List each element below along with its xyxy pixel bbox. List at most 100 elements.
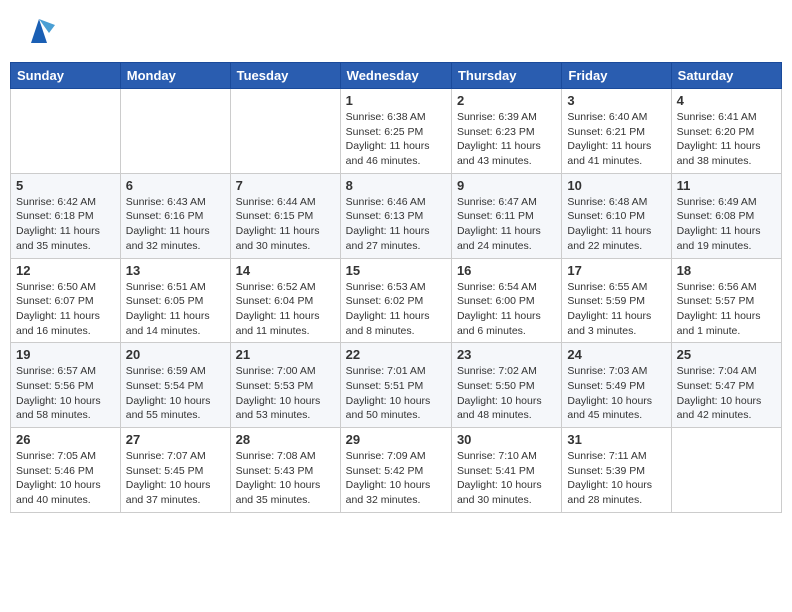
day-info: Sunrise: 6:51 AM Sunset: 6:05 PM Dayligh… [126,280,225,339]
day-info: Sunrise: 6:50 AM Sunset: 6:07 PM Dayligh… [16,280,115,339]
day-number: 4 [677,93,776,108]
day-number: 15 [346,263,446,278]
day-info: Sunrise: 7:02 AM Sunset: 5:50 PM Dayligh… [457,364,556,423]
calendar-cell: 1Sunrise: 6:38 AM Sunset: 6:25 PM Daylig… [340,89,451,174]
day-number: 23 [457,347,556,362]
calendar-cell: 10Sunrise: 6:48 AM Sunset: 6:10 PM Dayli… [562,173,671,258]
calendar-cell: 28 Sunrise: 7:08 AM Sunset: 5:43 PM Dayli… [230,428,340,513]
day-number: 1 [346,93,446,108]
weekday-header-thursday: Thursday [451,63,561,89]
day-number: 27 [126,432,225,447]
calendar-cell: 20 Sunrise: 6:59 AM Sunset: 5:54 PM Dayli… [120,343,230,428]
day-info: Sunrise: 6:53 AM Sunset: 6:02 PM Dayligh… [346,280,446,339]
calendar-cell: 17 Sunrise: 6:55 AM Sunset: 5:59 PM Dayli… [562,258,671,343]
day-info: Sunrise: 6:56 AM Sunset: 5:57 PM Dayligh… [677,280,776,339]
calendar-cell: 27 Sunrise: 7:07 AM Sunset: 5:45 PM Dayli… [120,428,230,513]
day-number: 20 [126,347,225,362]
day-number: 6 [126,178,225,193]
calendar-week-4: 19 Sunrise: 6:57 AM Sunset: 5:56 PM Dayli… [11,343,782,428]
calendar-cell: 3 Sunrise: 6:40 AM Sunset: 6:21 PM Daylig… [562,89,671,174]
calendar-cell: 16Sunrise: 6:54 AM Sunset: 6:00 PM Dayli… [451,258,561,343]
day-number: 17 [567,263,665,278]
day-number: 24 [567,347,665,362]
weekday-header-friday: Friday [562,63,671,89]
calendar-week-2: 5 Sunrise: 6:42 AM Sunset: 6:18 PM Daylig… [11,173,782,258]
day-number: 28 [236,432,335,447]
day-number: 21 [236,347,335,362]
calendar-cell: 29Sunrise: 7:09 AM Sunset: 5:42 PM Dayli… [340,428,451,513]
calendar-cell: 26 Sunrise: 7:05 AM Sunset: 5:46 PM Dayli… [11,428,121,513]
calendar-cell [230,89,340,174]
day-info: Sunrise: 6:44 AM Sunset: 6:15 PM Dayligh… [236,195,335,254]
weekday-header-saturday: Saturday [671,63,781,89]
day-number: 11 [677,178,776,193]
calendar-cell: 30 Sunrise: 7:10 AM Sunset: 5:41 PM Dayli… [451,428,561,513]
logo-icon [23,15,55,47]
calendar-cell: 12 Sunrise: 6:50 AM Sunset: 6:07 PM Dayli… [11,258,121,343]
calendar-cell: 22 Sunrise: 7:01 AM Sunset: 5:51 PM Dayli… [340,343,451,428]
weekday-header-monday: Monday [120,63,230,89]
calendar-cell: 21 Sunrise: 7:00 AM Sunset: 5:53 PM Dayli… [230,343,340,428]
day-info: Sunrise: 6:39 AM Sunset: 6:23 PM Dayligh… [457,110,556,169]
logo [20,15,55,47]
day-info: Sunrise: 7:01 AM Sunset: 5:51 PM Dayligh… [346,364,446,423]
day-info: Sunrise: 6:59 AM Sunset: 5:54 PM Dayligh… [126,364,225,423]
day-number: 3 [567,93,665,108]
calendar-cell [671,428,781,513]
day-info: Sunrise: 6:49 AM Sunset: 6:08 PM Dayligh… [677,195,776,254]
day-number: 2 [457,93,556,108]
day-info: Sunrise: 7:05 AM Sunset: 5:46 PM Dayligh… [16,449,115,508]
weekday-header-tuesday: Tuesday [230,63,340,89]
calendar-cell: 19 Sunrise: 6:57 AM Sunset: 5:56 PM Dayli… [11,343,121,428]
day-number: 31 [567,432,665,447]
day-number: 5 [16,178,115,193]
calendar-cell: 31 Sunrise: 7:11 AM Sunset: 5:39 PM Dayli… [562,428,671,513]
day-number: 7 [236,178,335,193]
calendar-cell: 4 Sunrise: 6:41 AM Sunset: 6:20 PM Daylig… [671,89,781,174]
day-number: 26 [16,432,115,447]
day-number: 25 [677,347,776,362]
day-number: 22 [346,347,446,362]
day-number: 10 [567,178,665,193]
day-info: Sunrise: 7:10 AM Sunset: 5:41 PM Dayligh… [457,449,556,508]
day-info: Sunrise: 6:55 AM Sunset: 5:59 PM Dayligh… [567,280,665,339]
day-info: Sunrise: 6:57 AM Sunset: 5:56 PM Dayligh… [16,364,115,423]
calendar-cell: 24Sunrise: 7:03 AM Sunset: 5:49 PM Dayli… [562,343,671,428]
calendar-table: SundayMondayTuesdayWednesdayThursdayFrid… [10,62,782,513]
calendar-cell: 2 Sunrise: 6:39 AM Sunset: 6:23 PM Daylig… [451,89,561,174]
day-number: 30 [457,432,556,447]
day-info: Sunrise: 6:42 AM Sunset: 6:18 PM Dayligh… [16,195,115,254]
calendar-cell: 25 Sunrise: 7:04 AM Sunset: 5:47 PM Dayli… [671,343,781,428]
day-number: 9 [457,178,556,193]
day-info: Sunrise: 6:41 AM Sunset: 6:20 PM Dayligh… [677,110,776,169]
day-info: Sunrise: 6:52 AM Sunset: 6:04 PM Dayligh… [236,280,335,339]
day-info: Sunrise: 6:54 AM Sunset: 6:00 PM Dayligh… [457,280,556,339]
day-number: 14 [236,263,335,278]
weekday-header-wednesday: Wednesday [340,63,451,89]
day-info: Sunrise: 6:46 AM Sunset: 6:13 PM Dayligh… [346,195,446,254]
day-info: Sunrise: 6:47 AM Sunset: 6:11 PM Dayligh… [457,195,556,254]
day-info: Sunrise: 7:04 AM Sunset: 5:47 PM Dayligh… [677,364,776,423]
calendar-cell [120,89,230,174]
page-header [10,10,782,52]
day-info: Sunrise: 6:43 AM Sunset: 6:16 PM Dayligh… [126,195,225,254]
calendar-week-5: 26 Sunrise: 7:05 AM Sunset: 5:46 PM Dayli… [11,428,782,513]
day-info: Sunrise: 7:11 AM Sunset: 5:39 PM Dayligh… [567,449,665,508]
day-number: 18 [677,263,776,278]
day-info: Sunrise: 7:00 AM Sunset: 5:53 PM Dayligh… [236,364,335,423]
calendar-cell: 14 Sunrise: 6:52 AM Sunset: 6:04 PM Dayli… [230,258,340,343]
calendar-cell [11,89,121,174]
day-number: 12 [16,263,115,278]
day-info: Sunrise: 6:40 AM Sunset: 6:21 PM Dayligh… [567,110,665,169]
logo-text [20,15,55,47]
weekday-header-row: SundayMondayTuesdayWednesdayThursdayFrid… [11,63,782,89]
day-number: 8 [346,178,446,193]
weekday-header-sunday: Sunday [11,63,121,89]
day-number: 13 [126,263,225,278]
calendar-cell: 23 Sunrise: 7:02 AM Sunset: 5:50 PM Dayli… [451,343,561,428]
calendar-cell: 8 Sunrise: 6:46 AM Sunset: 6:13 PM Daylig… [340,173,451,258]
day-info: Sunrise: 7:07 AM Sunset: 5:45 PM Dayligh… [126,449,225,508]
calendar-cell: 11 Sunrise: 6:49 AM Sunset: 6:08 PM Dayli… [671,173,781,258]
day-info: Sunrise: 7:08 AM Sunset: 5:43 PM Dayligh… [236,449,335,508]
day-number: 19 [16,347,115,362]
